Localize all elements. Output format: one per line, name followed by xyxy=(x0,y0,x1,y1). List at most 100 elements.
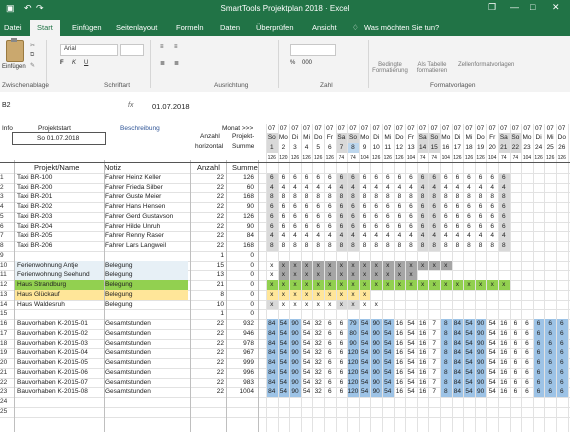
plan-cell[interactable]: 8 xyxy=(440,241,452,251)
plan-cell[interactable]: 84 xyxy=(451,358,464,368)
plan-cell[interactable]: x xyxy=(358,260,371,271)
plan-cell[interactable]: x xyxy=(312,270,324,280)
row-number[interactable]: 22 xyxy=(0,378,13,388)
plan-cell[interactable]: 6 xyxy=(370,173,382,183)
plan-cell[interactable]: 8 xyxy=(428,192,440,202)
plan-cell[interactable]: 8 xyxy=(486,192,498,202)
plan-cell[interactable]: 6 xyxy=(510,358,522,368)
plan-cell[interactable]: 6 xyxy=(347,211,359,222)
day-number-label[interactable]: 20 xyxy=(486,143,498,153)
plan-cell[interactable]: 6 xyxy=(359,222,371,232)
notiz-cell[interactable]: Gesamtstunden xyxy=(105,358,189,368)
anzahl-cell[interactable]: 22 xyxy=(200,212,224,222)
plan-cell[interactable]: 6 xyxy=(359,173,371,183)
plan-cell[interactable]: 6 xyxy=(486,202,498,212)
plan-cell[interactable]: 54 xyxy=(382,328,394,339)
thousands-icon[interactable]: 000 xyxy=(302,60,312,66)
plan-cell[interactable]: 6 xyxy=(510,329,522,339)
plan-cell[interactable]: 6 xyxy=(532,358,545,368)
plan-cell[interactable]: 54 xyxy=(486,368,498,378)
plan-cell[interactable]: x xyxy=(277,289,290,300)
plan-cell[interactable]: 54 xyxy=(486,348,498,358)
name-box[interactable]: B2 xyxy=(2,102,11,109)
plan-cell[interactable]: 54 xyxy=(277,358,290,368)
plan-cell[interactable]: 120 xyxy=(347,348,359,358)
plan-cell[interactable]: 90 xyxy=(289,377,301,388)
plan-cell[interactable]: 8 xyxy=(394,241,406,251)
plan-cell[interactable]: 16 xyxy=(498,319,510,329)
plan-cell[interactable]: 6 xyxy=(556,387,568,397)
plan-cell[interactable]: 6 xyxy=(510,387,522,397)
plan-cell[interactable]: 6 xyxy=(266,211,278,222)
plan-cell[interactable]: 54 xyxy=(486,339,498,349)
row-number[interactable]: 25 xyxy=(0,407,13,417)
project-name-cell[interactable]: Taxi BR-201 xyxy=(17,192,101,202)
tab-daten[interactable]: Daten xyxy=(220,23,240,32)
plan-cell[interactable]: 8 xyxy=(475,192,487,202)
plan-cell[interactable]: 6 xyxy=(312,202,324,212)
notiz-cell[interactable]: Fahrer Heinz Keller xyxy=(105,173,189,183)
plan-cell[interactable]: 6 xyxy=(440,212,452,222)
project-name-cell[interactable]: Bauvorhaben K-2015-01 xyxy=(17,319,101,329)
align-center-icon[interactable]: ≣ xyxy=(174,60,179,67)
bold-icon[interactable]: F xyxy=(60,60,64,66)
plan-cell[interactable]: 8 xyxy=(463,192,475,202)
plan-cell[interactable]: 6 xyxy=(336,319,348,329)
plan-cell[interactable]: 4 xyxy=(475,183,487,193)
plan-cell[interactable]: 6 xyxy=(428,202,440,212)
plan-cell[interactable]: 4 xyxy=(289,183,301,193)
day-number-label[interactable]: 16 xyxy=(440,143,452,153)
summe-cell[interactable]: 0 xyxy=(228,309,254,319)
plan-cell[interactable]: 8 xyxy=(440,328,452,339)
notiz-cell[interactable]: Belegung xyxy=(105,290,189,300)
plan-cell[interactable]: 6 xyxy=(301,173,313,183)
plan-cell[interactable]: 32 xyxy=(312,329,324,339)
plan-cell[interactable]: 7 xyxy=(428,358,440,368)
plan-cell[interactable]: 6 xyxy=(544,358,556,368)
plan-cell[interactable]: 6 xyxy=(510,378,522,388)
plan-cell[interactable]: x xyxy=(393,280,406,290)
plan-cell[interactable]: 6 xyxy=(556,358,568,368)
plan-cell[interactable]: 8 xyxy=(440,387,452,397)
project-name-cell[interactable]: Bauvorhaben K-2015-02 xyxy=(17,329,101,339)
plan-cell[interactable]: 8 xyxy=(312,192,324,202)
plan-cell[interactable]: 8 xyxy=(370,192,382,202)
notiz-cell[interactable]: Fahrer Hans Hensen xyxy=(105,202,189,212)
anzahl-cell[interactable]: 1 xyxy=(200,309,224,319)
plan-cell[interactable]: 54 xyxy=(486,378,498,388)
plan-cell[interactable]: 54 xyxy=(463,377,475,388)
plan-cell[interactable]: 90 xyxy=(474,377,487,388)
plan-cell[interactable]: 6 xyxy=(394,202,406,212)
plan-cell[interactable]: 8 xyxy=(440,377,452,388)
plan-cell[interactable]: x xyxy=(463,280,475,290)
plan-cell[interactable]: 54 xyxy=(301,378,313,388)
plan-cell[interactable]: 6 xyxy=(289,202,301,212)
plan-cell[interactable]: 7 xyxy=(428,339,440,349)
plan-cell[interactable]: 7 xyxy=(428,329,440,339)
plan-cell[interactable]: 54 xyxy=(358,358,371,368)
plan-cell[interactable]: 90 xyxy=(289,328,301,339)
anzahl-cell[interactable]: 1 xyxy=(200,251,224,261)
plan-cell[interactable]: 6 xyxy=(301,222,313,232)
plan-cell[interactable]: 6 xyxy=(324,173,336,183)
plan-cell[interactable]: 4 xyxy=(301,183,313,193)
plan-cell[interactable]: 8 xyxy=(440,367,452,378)
plan-cell[interactable]: 6 xyxy=(278,222,290,232)
plan-cell[interactable]: 6 xyxy=(289,173,301,183)
plan-cell[interactable]: 16 xyxy=(394,358,406,368)
row-number[interactable]: 20 xyxy=(0,358,13,368)
plan-cell[interactable]: x xyxy=(359,300,371,310)
plan-cell[interactable]: 6 xyxy=(336,329,348,339)
plan-cell[interactable]: 6 xyxy=(312,173,324,183)
day-number-label[interactable]: 13 xyxy=(405,143,417,153)
plan-cell[interactable]: 6 xyxy=(532,377,545,388)
plan-cell[interactable]: 6 xyxy=(510,339,522,349)
plan-cell[interactable]: 6 xyxy=(556,319,568,329)
row-number[interactable]: 4 xyxy=(0,202,13,212)
plan-cell[interactable]: 6 xyxy=(544,319,556,329)
tab-seitenlayout[interactable]: Seitenlayout xyxy=(116,23,157,32)
summe-cell[interactable]: 168 xyxy=(228,192,254,202)
summe-cell[interactable]: 999 xyxy=(228,358,254,368)
plan-cell[interactable]: 6 xyxy=(510,319,522,329)
row-number[interactable]: 17 xyxy=(0,329,13,339)
